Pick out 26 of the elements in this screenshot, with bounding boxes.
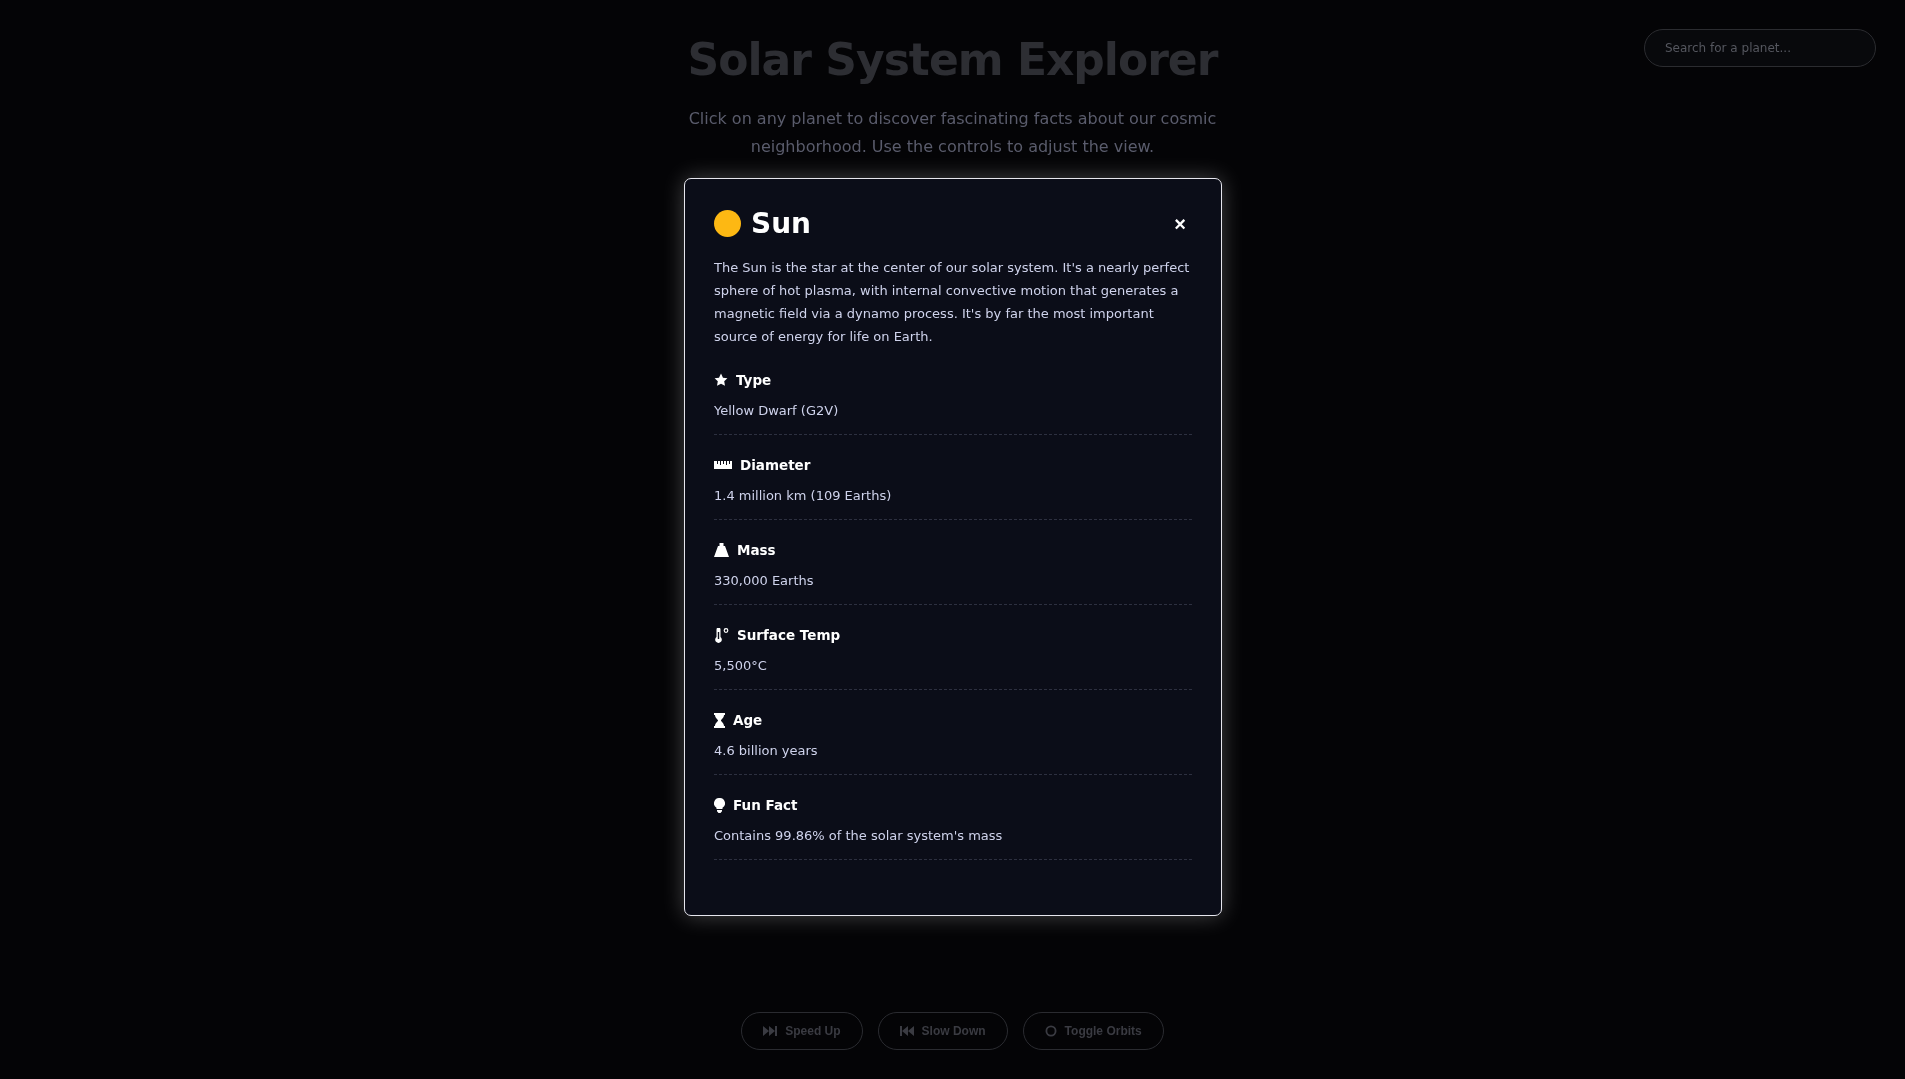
fact-label: Age <box>733 712 763 728</box>
fact-value: Yellow Dwarf (G2V) <box>714 403 840 418</box>
hourglass-icon <box>714 712 725 728</box>
thermometer-icon <box>714 627 729 643</box>
fact-value: 330,000 Earths <box>714 573 815 588</box>
fact-value: Contains 99.86% of the solar system's mass <box>714 828 1004 843</box>
fact-label: Type <box>736 372 772 388</box>
page-subtitle: Click on any planet to discover fascinating facts about our cosmic neighborhood. Use the controls to adjust the view. <box>687 108 1218 158</box>
fact-value: 4.6 billion years <box>714 743 819 758</box>
ruler-icon <box>714 461 732 469</box>
star-icon <box>714 373 728 387</box>
planet-description: The Sun is the star at the center of our solar system. It's a nearly perfect sphere of hot plasma, with internal convective motion that generates a magnetic field via a dynamo process. It's by far the most important source of energy for life on Earth. <box>714 259 1191 346</box>
fact-value: 5,500°C <box>714 658 768 673</box>
fact-label: Diameter <box>740 457 811 473</box>
dialog-title: Sun <box>751 207 813 240</box>
fast-forward-icon <box>763 1026 778 1036</box>
search-field[interactable]: Search for a planet... <box>1644 29 1876 67</box>
fact-label: Fun Fact <box>733 797 798 813</box>
weight-icon <box>714 543 729 557</box>
lightbulb-icon <box>714 797 725 813</box>
rewind-icon <box>899 1026 914 1036</box>
close-button[interactable]: × <box>1168 213 1192 234</box>
circle-icon <box>1044 1025 1057 1037</box>
fact-label: Mass <box>737 542 776 558</box>
fact-value: 1.4 million km (109 Earths) <box>714 488 893 503</box>
fact-label: Surface Temp <box>737 627 841 643</box>
